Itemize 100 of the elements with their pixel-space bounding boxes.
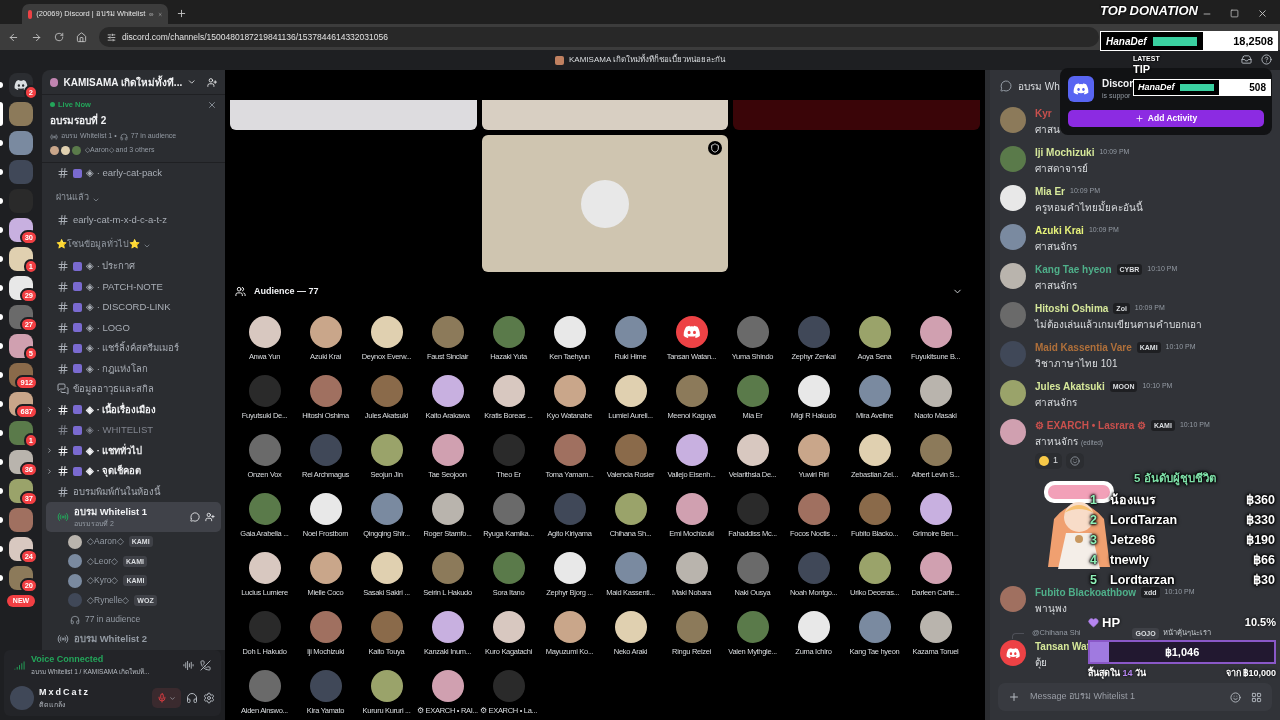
message-author[interactable]: Mia Er <box>1035 184 1065 199</box>
voice-channel-item[interactable]: อบรม Whitelist 2 <box>46 629 221 649</box>
forward-icon[interactable] <box>31 31 42 43</box>
category-header[interactable]: ผ่านแล้ว <box>46 183 221 210</box>
headphones-icon[interactable] <box>186 692 198 704</box>
app-name: Discor <box>1102 77 1134 92</box>
goal-label: HP <box>1102 613 1121 632</box>
audience-avatar <box>309 433 342 466</box>
inbox-icon[interactable] <box>1241 54 1252 65</box>
home-button[interactable] <box>9 73 33 97</box>
message-author[interactable]: Azuki Krai <box>1035 223 1084 238</box>
channel-name: อบรม Whitelist 1 <box>74 504 149 519</box>
maximize-icon[interactable] <box>1230 9 1239 18</box>
leaderboard-title: 5 อันดับผู้ชุบชีวิต <box>1133 471 1216 488</box>
audience-avatar <box>736 610 769 643</box>
message-text: พานุพง <box>1035 602 1068 616</box>
channel-item[interactable]: ◈ · LOGO <box>46 317 221 338</box>
attach-icon[interactable] <box>1008 691 1020 703</box>
channel-item[interactable]: ◈ · ประกาศ <box>46 256 221 277</box>
audience-avatar <box>553 610 586 643</box>
hash-icon <box>57 465 69 478</box>
mute-button[interactable] <box>152 688 181 708</box>
leaderboard-name: Lordtarzan <box>1109 571 1175 588</box>
help-icon[interactable] <box>1261 54 1272 65</box>
channel-item[interactable]: อบรมพิมพ์กันในห้องนี้ <box>46 481 221 502</box>
audience-avatar <box>248 669 281 702</box>
channel-item[interactable]: ◈ · แชร์ลิ้งค์สตรีมเมอร์ <box>46 338 221 359</box>
audience-avatar <box>675 492 708 525</box>
reply-line <box>1012 633 1024 639</box>
disconnect-icon[interactable] <box>200 659 211 671</box>
settings-icon[interactable] <box>203 692 215 704</box>
audience-avatar <box>858 433 891 466</box>
new-tab-icon[interactable] <box>176 8 187 19</box>
audience-avatar <box>309 374 342 407</box>
leaderboard-name: น้องแบร <box>1109 491 1156 509</box>
audience-avatar <box>431 551 464 584</box>
audience-avatar <box>675 374 708 407</box>
message-author[interactable]: Iji Mochizuki <box>1035 145 1095 160</box>
channel-item[interactable]: ◈ · แชททั่วไป <box>46 440 221 461</box>
channel-item[interactable]: ◈ · WHITELIST <box>46 420 221 441</box>
message-author[interactable]: Hitoshi Oshima <box>1035 301 1109 316</box>
address-bar[interactable]: discord.com/channels/1500480187219841136/1537844614332031056 <box>99 27 1099 47</box>
message-author[interactable]: Jules Akatsuki <box>1035 379 1105 394</box>
message-input[interactable]: Message อบรม Whitelist 1 <box>1030 690 1220 704</box>
channel-item[interactable]: early-cat-m-x-d-c-a-t-z <box>46 209 221 230</box>
hash-icon <box>57 424 69 437</box>
audience-avatar <box>492 492 525 525</box>
tip-amount: 508 <box>1218 80 1270 95</box>
caret-icon <box>46 467 53 475</box>
audience-avatar <box>370 551 403 584</box>
audience-avatar <box>736 492 769 525</box>
channel-item[interactable]: ◈ · จุดเช็คอต <box>46 461 221 482</box>
live-title: อบรมรอบที่ 2 <box>50 113 108 129</box>
channel-item[interactable]: ◈ · กฎแห่งโลก <box>46 358 221 379</box>
reload-icon[interactable] <box>54 32 64 42</box>
meter-icon <box>1152 36 1197 46</box>
channel-item[interactable]: ◈ · เนื้อเรื่องเมือง <box>46 399 221 420</box>
audience-icon <box>235 286 246 298</box>
audience-avatar <box>919 610 952 643</box>
discord-logo-icon <box>1005 645 1021 661</box>
invite-icon[interactable] <box>206 76 217 88</box>
message-text: ศาสนจักร <box>1035 240 1078 254</box>
channel-emoji-icon <box>73 168 82 178</box>
chat-icon[interactable] <box>190 512 200 522</box>
stage-icon <box>50 132 58 141</box>
audience-title: Audience — 77 <box>254 285 320 298</box>
reaction-chip[interactable]: 1 <box>1035 453 1062 469</box>
message-author[interactable]: Fubito Blackoathbow <box>1035 585 1137 600</box>
channel-item[interactable]: ◈ · early-cat-pack <box>46 163 221 184</box>
audience-avatar <box>675 610 708 643</box>
add-user-icon[interactable] <box>205 512 215 522</box>
message-composer[interactable]: Message อบรม Whitelist 1 <box>998 683 1272 711</box>
audience-avatar <box>553 433 586 466</box>
audience-avatar <box>797 374 830 407</box>
channel-item[interactable]: ◈ · DISCORD-LINK <box>46 297 221 318</box>
channel-item[interactable]: ข้อมูลอาวุธและสกิล <box>46 379 221 400</box>
apps-icon[interactable] <box>1251 691 1262 703</box>
server-header[interactable]: KAMISAMA เกิดใหม่ทั้งที... <box>42 70 225 95</box>
server-icon[interactable] <box>9 247 33 271</box>
channel-item[interactable]: ◈ · PATCH-NOTE <box>46 276 221 297</box>
audience-avatar <box>370 374 403 407</box>
home-icon[interactable] <box>76 31 87 43</box>
window-title: KAMISAMA เกิดใหม่ทั้งทีก็ชอเบี้ยวหน่อยละกัน <box>569 54 725 66</box>
audience-avatar <box>614 551 647 584</box>
meter-icon <box>1179 84 1214 91</box>
close-icon[interactable] <box>207 100 217 110</box>
server-icon[interactable] <box>9 334 33 358</box>
emoji-icon[interactable] <box>1230 691 1241 703</box>
hash-icon <box>57 362 69 375</box>
add-reaction-button[interactable] <box>1066 453 1084 469</box>
audience-avatar <box>736 551 769 584</box>
add-activity-button[interactable]: Add Activity <box>1068 110 1264 127</box>
chat-icon <box>1000 80 1012 92</box>
goal-amount: ฿1,046 <box>1164 644 1200 660</box>
back-icon[interactable] <box>8 31 19 43</box>
server-icon[interactable] <box>9 421 33 445</box>
message-author[interactable]: Kang Tae hyeon <box>1035 262 1112 277</box>
close-icon[interactable] <box>1257 8 1268 19</box>
audience-avatar <box>431 374 464 407</box>
category-header[interactable]: ⭐โซนข้อมูลทั่วไป⭐ <box>46 230 221 256</box>
